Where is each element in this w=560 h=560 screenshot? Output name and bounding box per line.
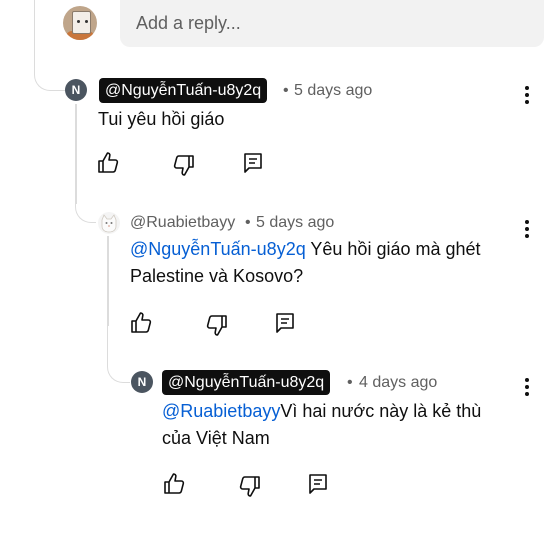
thread-connector <box>107 236 109 326</box>
like-icon[interactable] <box>96 151 120 175</box>
mention-link[interactable]: @Ruabietbayy <box>162 401 280 421</box>
avatar[interactable] <box>98 212 120 234</box>
dislike-icon[interactable] <box>238 474 262 498</box>
dislike-icon[interactable] <box>205 313 229 337</box>
more-options-icon[interactable] <box>524 378 530 398</box>
like-icon[interactable] <box>129 311 153 335</box>
reply-input[interactable]: Add a reply... <box>120 0 544 47</box>
avatar[interactable]: N <box>131 371 153 393</box>
comment-text-line: Palestine và Kosovo? <box>130 266 304 286</box>
comment-text-line: Yêu hồi giáo mà ghét <box>305 239 481 259</box>
more-options-icon[interactable] <box>524 86 530 106</box>
meta-dot: • <box>245 214 251 231</box>
author-handle[interactable]: @Ruabietbayy <box>130 214 235 232</box>
comment-time[interactable]: 4 days ago <box>359 374 437 392</box>
meta-dot: • <box>283 82 289 99</box>
comment-text-line: Vì hai nước này là kẻ thù <box>280 401 482 421</box>
thread-connector <box>75 170 96 223</box>
meta-dot: • <box>347 374 353 391</box>
avatar[interactable]: N <box>65 79 87 101</box>
reply-icon[interactable] <box>273 311 297 335</box>
author-handle[interactable]: @NguyễnTuấn-u8y2q <box>99 78 268 103</box>
comment-text-line: của Việt Nam <box>162 428 270 448</box>
author-handle[interactable]: @NguyễnTuấn-u8y2q <box>162 370 331 395</box>
dislike-icon[interactable] <box>172 153 196 177</box>
thread-connector <box>34 0 65 91</box>
mention-link[interactable]: @NguyễnTuấn-u8y2q <box>130 239 306 259</box>
comment-time[interactable]: 5 days ago <box>256 214 334 232</box>
avatar[interactable] <box>63 6 97 40</box>
reply-icon[interactable] <box>306 472 330 496</box>
comment-text: Tui yêu hồi giáo <box>98 109 225 129</box>
comment-time[interactable]: 5 days ago <box>294 82 372 100</box>
like-icon[interactable] <box>162 472 186 496</box>
comment-text: @RuabietbayyVì hai nước này là kẻ thù củ… <box>162 398 542 452</box>
thread-connector <box>107 320 130 383</box>
reply-icon[interactable] <box>241 151 265 175</box>
comment-text: @NguyễnTuấn-u8y2q Yêu hồi giáo mà ghét P… <box>130 236 540 290</box>
